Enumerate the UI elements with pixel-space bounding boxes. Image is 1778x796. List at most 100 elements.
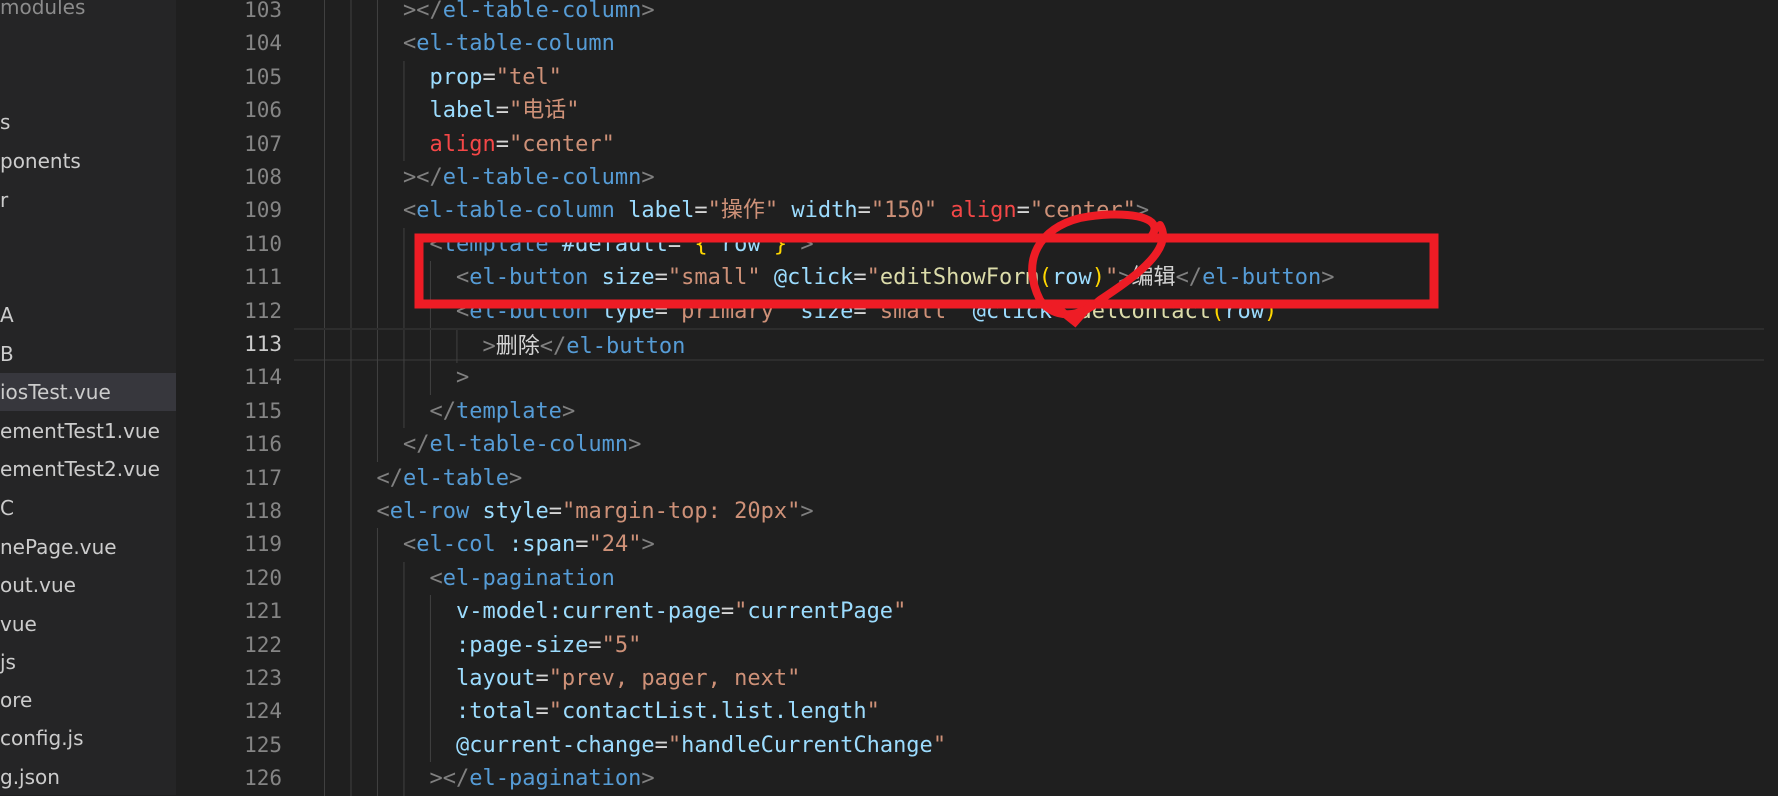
explorer-item[interactable]: ponents bbox=[0, 142, 176, 180]
explorer-item[interactable]: r bbox=[0, 181, 176, 219]
code-line[interactable]: ></el-table-column> bbox=[297, 161, 1778, 195]
line-number: 121 bbox=[244, 599, 282, 624]
code-line[interactable]: >删除</el-button bbox=[294, 328, 1778, 364]
line-number: 124 bbox=[244, 699, 282, 724]
indent-guides bbox=[323, 27, 403, 61]
code-line[interactable]: <el-button type="primary" size="small" @… bbox=[297, 294, 1778, 328]
code-line[interactable]: <el-pagination bbox=[297, 561, 1778, 596]
explorer-item[interactable]: g.json bbox=[0, 758, 176, 795]
code-token: </ bbox=[376, 465, 403, 491]
code-token: style bbox=[469, 499, 549, 524]
explorer-item[interactable]: ementTest2.vue bbox=[0, 450, 176, 488]
code-token: "margin-top: 20px" bbox=[561, 499, 801, 524]
code-token: "small" bbox=[866, 298, 960, 324]
code-line[interactable]: <el-table-column bbox=[297, 27, 1778, 61]
code-line[interactable]: :total="contactList.list.length" bbox=[297, 695, 1778, 729]
code-token: row bbox=[1224, 298, 1264, 324]
indent-guides bbox=[323, 361, 456, 395]
code-token: " bbox=[893, 599, 907, 625]
code-token: " bbox=[681, 231, 695, 257]
code-line[interactable]: layout="prev, pager, next" bbox=[297, 662, 1778, 696]
code-token: < bbox=[455, 298, 470, 324]
code-line[interactable]: </el-table> bbox=[297, 461, 1778, 495]
code-line[interactable]: align="center" bbox=[297, 127, 1778, 161]
code-token: "center" bbox=[1029, 198, 1136, 224]
indent-guides bbox=[323, 294, 456, 328]
explorer-item[interactable]: config.js bbox=[0, 719, 176, 757]
code-line[interactable]: <el-col :span="24"> bbox=[297, 528, 1778, 562]
code-token: = bbox=[535, 666, 549, 691]
code-line[interactable]: label="电话" bbox=[297, 94, 1778, 128]
code-token: el-table-column bbox=[429, 432, 629, 458]
code-line[interactable]: </el-table-column> bbox=[297, 428, 1778, 462]
code-line[interactable]: <el-button size="small" @click="editShow… bbox=[297, 261, 1778, 295]
explorer-item[interactable]: js bbox=[0, 643, 176, 681]
code-line[interactable]: v-model:current-page="currentPage" bbox=[297, 595, 1778, 629]
code-token: = bbox=[694, 198, 708, 224]
line-number: 108 bbox=[244, 165, 282, 189]
indent-guides bbox=[323, 0, 403, 28]
code-token: 编辑 bbox=[1131, 265, 1176, 291]
code-line[interactable]: <template #default="{ row }"> bbox=[297, 227, 1778, 262]
code-token: " bbox=[601, 632, 615, 658]
code-token: < bbox=[429, 231, 443, 257]
code-line[interactable]: :page-size="5" bbox=[297, 628, 1778, 662]
code-token: " bbox=[1065, 298, 1079, 324]
explorer-item[interactable]: out.vue bbox=[0, 566, 176, 604]
explorer-item[interactable]: s bbox=[0, 103, 176, 141]
line-number-gutter: 103 104 105 106 107 108 109 110 111 112 113 114 115 1… bbox=[176, 0, 296, 795]
explorer-item[interactable]: nePage.vue bbox=[0, 528, 176, 566]
file-explorer: modules s ponents r A BiosTest.vue ementTest1.… bbox=[0, 0, 176, 795]
indent-guides bbox=[323, 461, 377, 495]
explorer-item[interactable]: modules bbox=[0, 0, 176, 26]
code-token: ( bbox=[1038, 265, 1053, 291]
explorer-item[interactable]: ore bbox=[0, 681, 176, 719]
line-number: 119 bbox=[244, 532, 282, 557]
explorer-item[interactable]: iosTest.vue bbox=[0, 373, 176, 412]
code-line[interactable]: <el-row style="margin-top: 20px"> bbox=[297, 495, 1778, 529]
code-line[interactable]: <el-table-column label="操作" width="150" … bbox=[297, 194, 1778, 228]
code-token: = bbox=[853, 265, 867, 291]
code-editor[interactable]: ></el-table-column> <el-table-column pro… bbox=[294, 0, 1778, 796]
code-token: > bbox=[641, 766, 655, 792]
line-number: 113 bbox=[244, 332, 282, 356]
code-line[interactable]: ></el-pagination> bbox=[297, 762, 1778, 796]
explorer-item[interactable]: vue bbox=[0, 605, 176, 643]
code-token: > bbox=[482, 334, 496, 359]
indent-guides bbox=[323, 528, 403, 562]
explorer-item[interactable]: ementTest1.vue bbox=[0, 412, 176, 450]
indent-guides bbox=[323, 161, 403, 195]
code-token: } bbox=[773, 231, 788, 257]
editor-scrollbar[interactable] bbox=[1764, 0, 1778, 795]
code-token: > bbox=[1118, 265, 1132, 291]
explorer-item[interactable]: C bbox=[0, 489, 176, 527]
code-token: < bbox=[402, 31, 417, 57]
code-token: { bbox=[694, 231, 708, 257]
code-line[interactable]: prop="tel" bbox=[297, 60, 1778, 95]
line-number: 123 bbox=[244, 666, 282, 690]
line-number: 125 bbox=[244, 732, 282, 757]
indent-guides bbox=[323, 330, 483, 364]
explorer-item[interactable]: B bbox=[0, 335, 176, 373]
code-line[interactable]: @current-change="handleCurrentChange" bbox=[297, 728, 1778, 763]
code-token: < bbox=[455, 265, 470, 291]
code-token: > bbox=[1321, 265, 1335, 291]
line-number: 122 bbox=[244, 632, 282, 657]
code-token: "prev, pager, next" bbox=[548, 666, 801, 691]
code-token: label bbox=[429, 98, 496, 124]
code-token: = bbox=[720, 599, 735, 625]
explorer-item[interactable]: A bbox=[0, 296, 176, 334]
code-line[interactable]: </template> bbox=[297, 394, 1778, 429]
line-number: 126 bbox=[244, 766, 282, 791]
code-line[interactable]: ></el-table-column> bbox=[297, 0, 1778, 28]
line-number: 117 bbox=[244, 465, 282, 490]
code-token: " bbox=[866, 699, 880, 725]
code-line[interactable]: > bbox=[297, 361, 1778, 395]
code-token: :page-size bbox=[455, 632, 589, 658]
